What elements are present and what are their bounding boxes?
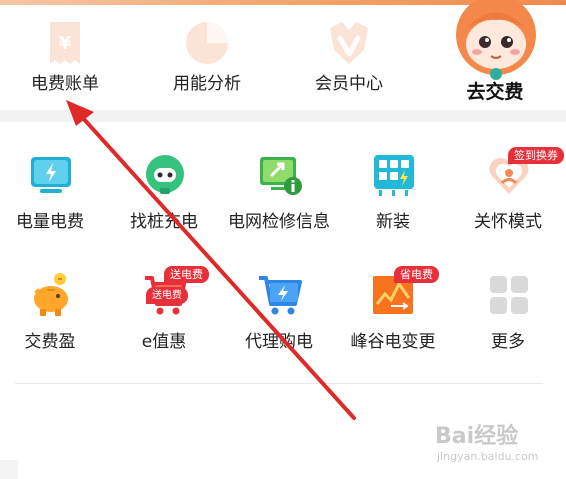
grid-item-new-install[interactable]: 新装	[337, 152, 449, 252]
grid-maintenance-label: 电网检修信息	[228, 212, 330, 232]
energy-analysis-label: 用能分析	[173, 74, 241, 94]
care-mode-label: 关怀模式	[474, 212, 542, 232]
watermark-sub-text: jingyan.baidu.com	[437, 450, 539, 463]
grid-item-power-bill[interactable]: 电量电费	[0, 152, 106, 252]
pay-profit-label: 交费盈	[24, 332, 76, 352]
grid-item-pay-profit[interactable]: 交费盈	[0, 272, 106, 372]
grid-item-peak-valley[interactable]: 峰谷电变更	[337, 272, 449, 372]
find-charger-label: 找桩充电	[130, 212, 198, 232]
baidu-jingyan-watermark: Bai经验 jingyan.baidu.com	[435, 418, 555, 468]
grid-item-care-mode[interactable]: 关怀模式	[452, 152, 564, 252]
electric-bill-shortcut[interactable]: ¥ 电费账单	[0, 5, 130, 110]
grid-item-proxy-purchase[interactable]: 代理购电	[223, 272, 335, 372]
left-edge-panel	[0, 460, 18, 479]
new-install-icon	[374, 155, 414, 196]
svg-text:¥: ¥	[59, 33, 72, 54]
top-shortcut-row: ¥ 电费账单 用能分析 会员中心 去交费	[0, 0, 566, 110]
grid-bottom-divider	[15, 383, 543, 384]
member-center-label: 会员中心	[315, 74, 383, 94]
vip-badge-icon	[330, 22, 368, 64]
e-value-benefit-label: e值惠	[141, 332, 187, 352]
electric-bill-label: 电费账单	[31, 74, 99, 94]
proxy-purchase-label: 代理购电	[245, 332, 313, 352]
send-fee-tag: 送电费	[146, 287, 188, 304]
sign-in-coupon-badge: 签到换券	[508, 147, 564, 164]
pie-chart-icon	[186, 22, 228, 64]
grid-item-e-value-benefit[interactable]: 送电费 e值惠	[108, 272, 220, 372]
piggy-bank-icon	[34, 273, 68, 316]
charging-pile-icon	[146, 155, 184, 194]
new-install-label: 新装	[376, 212, 410, 232]
peak-valley-label: 峰谷电变更	[350, 332, 436, 352]
section-divider	[0, 110, 566, 122]
power-bill-icon	[31, 157, 71, 193]
receipt-yen-icon: ¥	[50, 22, 80, 64]
more-grid-icon	[490, 276, 528, 314]
grid-maintenance-icon	[260, 157, 302, 195]
member-center-shortcut[interactable]: 会员中心	[284, 5, 414, 110]
proxy-purchase-cart-icon	[259, 276, 302, 315]
watermark-main-text: Bai经验	[435, 424, 519, 449]
more-label: 更多	[491, 332, 525, 352]
energy-analysis-shortcut[interactable]: 用能分析	[142, 5, 272, 110]
send-electricity-fee-badge: 送电费	[164, 266, 209, 283]
grid-item-more[interactable]: 更多	[452, 272, 564, 372]
save-fee-badge: 省电费	[394, 266, 439, 283]
grid-item-find-charger[interactable]: 找桩充电	[108, 152, 220, 252]
grid-item-grid-maintenance[interactable]: 电网检修信息	[223, 152, 335, 252]
power-bill-label: 电量电费	[16, 212, 84, 232]
go-pay-label[interactable]: 去交费	[436, 77, 554, 104]
